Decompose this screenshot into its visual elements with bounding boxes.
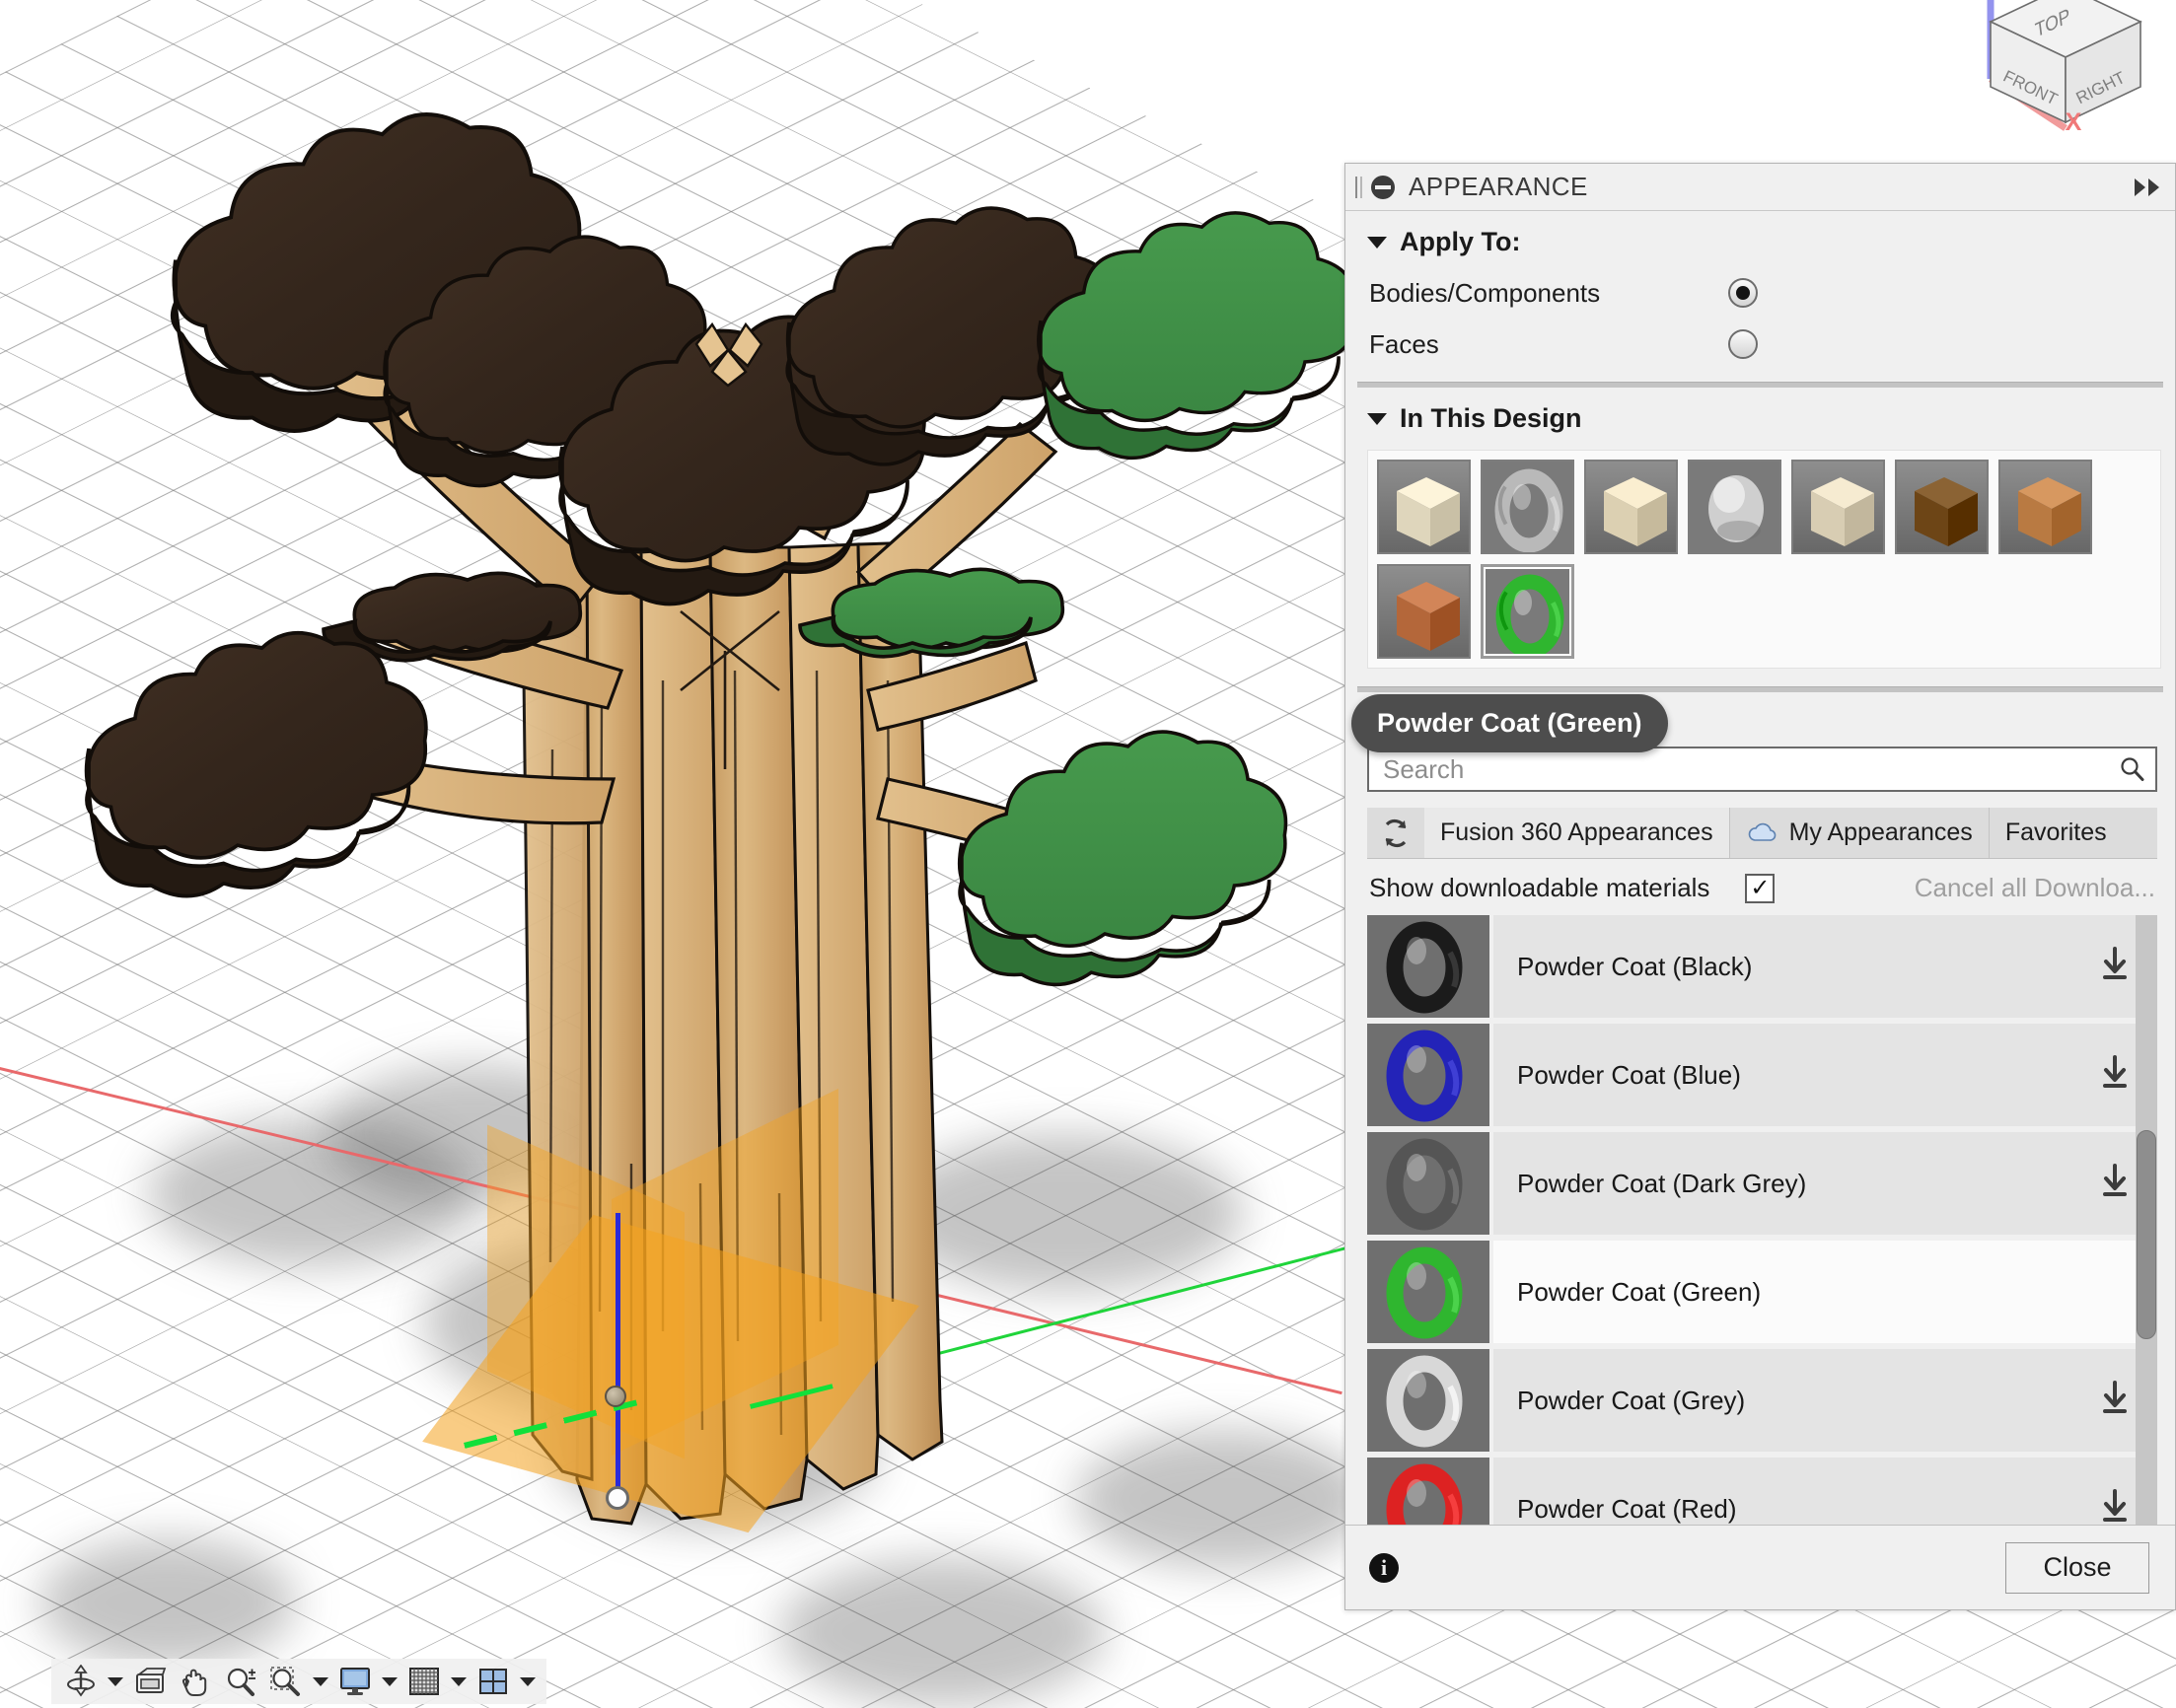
material-name: Powder Coat (Green) [1493,1277,1761,1308]
material-name: Powder Coat (Grey) [1493,1386,1745,1416]
search-box[interactable] [1367,747,2157,792]
apply-to-label: Apply To: [1400,227,1520,257]
radio-bodies-components[interactable] [1728,278,1758,308]
material-thumbnail [1367,1132,1489,1235]
viewports-dropdown-caret[interactable] [517,1661,539,1702]
radio-label-bodies: Bodies/Components [1369,278,1685,309]
material-thumbnail [1367,915,1489,1018]
search-icon[interactable] [2118,755,2145,783]
page-title: APPEARANCE [1409,172,2135,202]
scrollbar-thumb[interactable] [2137,1130,2156,1339]
design-swatch-2[interactable] [1584,460,1678,554]
design-swatch-6[interactable] [1998,460,2092,554]
tab-label: My Appearances [1789,818,1973,847]
design-swatch-7[interactable] [1377,564,1471,659]
swatch-area [1367,450,2161,669]
design-swatch-5[interactable] [1895,460,1989,554]
panel-grip-handle[interactable] [1355,177,1362,198]
viewports-icon[interactable] [471,1661,515,1702]
appearance-panel[interactable]: APPEARANCE Apply To: Bodies/Components F… [1344,163,2176,1610]
viewcube-axis-x-label: X [2066,108,2082,136]
tab-favorites[interactable]: Favorites [1990,808,2123,858]
radio-row-faces[interactable]: Faces [1345,319,2175,370]
grid-dropdown-caret[interactable] [448,1661,470,1702]
zoom-magnifier-icon[interactable] [219,1661,262,1702]
material-row[interactable]: Powder Coat (Green) [1493,1241,2157,1343]
view-cube[interactable]: TOP FRONT RIGHT X [1967,0,2174,150]
swatch-tooltip: Powder Coat (Green) [1351,694,1668,752]
apply-to-section-header[interactable]: Apply To: [1345,211,2175,267]
navigation-toolbar[interactable] [51,1659,546,1704]
grid-icon[interactable] [402,1661,446,1702]
design-swatch-3[interactable] [1688,460,1781,554]
radio-faces[interactable] [1728,329,1758,359]
cancel-all-downloads-button[interactable]: Cancel all Downloa... [1915,873,2155,903]
search-input[interactable] [1383,754,2118,785]
look-at-icon[interactable] [128,1661,172,1702]
double-chevron-right-icon[interactable] [2135,178,2159,196]
radio-row-bodies-components[interactable]: Bodies/Components [1345,267,2175,319]
download-icon[interactable] [2098,1379,2132,1423]
refresh-icon[interactable] [1367,808,1424,858]
panel-body: Apply To: Bodies/Components Faces In Thi… [1345,211,2175,1525]
pan-hand-icon[interactable] [174,1661,217,1702]
origin-point[interactable] [605,1386,626,1407]
in-this-design-label: In This Design [1400,403,1582,434]
material-row[interactable]: Powder Coat (Grey) [1493,1349,2157,1452]
material-row[interactable]: Powder Coat (Dark Grey) [1493,1132,2157,1235]
material-name: Powder Coat (Red) [1493,1494,1737,1525]
material-row[interactable]: Powder Coat (Red) [1493,1458,2157,1525]
material-name: Powder Coat (Black) [1493,952,1752,982]
design-swatch-8[interactable] [1481,564,1574,659]
cloud-icon [1746,821,1779,845]
material-name: Powder Coat (Dark Grey) [1493,1169,1806,1199]
download-icon[interactable] [2098,1162,2132,1206]
info-icon[interactable]: i [1369,1553,1399,1583]
library-tabs[interactable]: Fusion 360 Appearances My Appearances Fa… [1367,808,2157,859]
collapse-circle-icon[interactable] [1371,176,1395,199]
design-swatch-grid[interactable] [1377,460,2160,659]
axis-z [616,1213,620,1489]
zoom-window-dropdown-caret[interactable] [310,1661,331,1702]
panel-footer: i Close [1345,1525,2175,1609]
material-thumbnail [1367,1458,1489,1525]
material-row[interactable]: Powder Coat (Black) [1493,915,2157,1018]
tab-fusion-360-appearances[interactable]: Fusion 360 Appearances [1424,808,1730,858]
material-thumbnail [1367,1024,1489,1126]
display-settings-dropdown-caret[interactable] [379,1661,400,1702]
close-button[interactable]: Close [2005,1542,2149,1594]
orbit-icon[interactable] [59,1661,103,1702]
radio-label-faces: Faces [1369,329,1685,360]
orbit-dropdown-caret[interactable] [105,1661,126,1702]
design-swatch-1[interactable] [1481,460,1574,554]
show-downloadable-label: Show downloadable materials [1369,873,1709,903]
panel-header[interactable]: APPEARANCE [1345,164,2175,211]
material-thumbnail [1367,1241,1489,1343]
tab-label: Favorites [2005,818,2107,847]
in-this-design-section-header[interactable]: In This Design [1345,388,2175,444]
download-icon[interactable] [2098,945,2132,989]
tab-label: Fusion 360 Appearances [1440,818,1713,847]
download-icon[interactable] [2098,1487,2132,1526]
material-list[interactable]: Powder Coat (Black) Powder Coat (Blue) P… [1367,915,2157,1525]
material-thumbnail [1367,1349,1489,1452]
show-downloadable-row[interactable]: Show downloadable materials ✓ Cancel all… [1345,859,2175,915]
show-downloadable-checkbox[interactable]: ✓ [1745,874,1775,903]
chevron-down-icon [1367,413,1387,425]
design-swatch-4[interactable] [1791,460,1885,554]
design-swatch-0[interactable] [1377,460,1471,554]
material-list-scrollbar[interactable] [2136,915,2157,1525]
origin-base-point[interactable] [606,1486,629,1510]
tab-my-appearances[interactable]: My Appearances [1730,808,1990,858]
download-icon[interactable] [2098,1053,2132,1098]
monitor-icon[interactable] [333,1661,377,1702]
material-name: Powder Coat (Blue) [1493,1060,1741,1091]
material-row[interactable]: Powder Coat (Blue) [1493,1024,2157,1126]
zoom-window-icon[interactable] [264,1661,308,1702]
chevron-down-icon [1367,237,1387,249]
